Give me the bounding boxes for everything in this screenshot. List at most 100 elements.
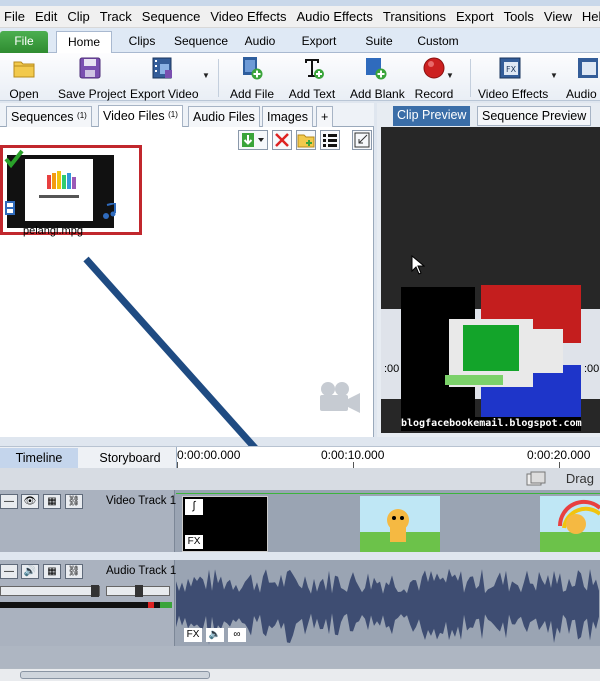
pan-slider-handle[interactable] [135, 585, 143, 597]
tab-file[interactable]: File [0, 31, 48, 53]
track-progress-line [176, 493, 600, 494]
pan-slider[interactable] [106, 585, 170, 597]
record-icon [422, 56, 446, 80]
horizontal-scrollbar[interactable] [0, 668, 600, 681]
menu-tools[interactable]: Tools [502, 9, 542, 24]
export-film-icon [150, 56, 174, 80]
tab-clips[interactable]: Clips [122, 31, 162, 53]
clip-cartoon-thumbnail[interactable] [360, 496, 440, 552]
video-fx-icon: FX [498, 56, 522, 80]
track-group-icon[interactable]: ▦ [43, 564, 61, 579]
add-text-label: Add Text [288, 87, 336, 101]
add-file-button[interactable]: Add File [230, 56, 274, 101]
collapse-track-icon[interactable]: — [0, 564, 18, 579]
add-text-button[interactable]: Add Text [288, 56, 336, 101]
menu-view[interactable]: View [542, 9, 580, 24]
logo-overlay-image [401, 285, 581, 425]
tab-export[interactable]: Export [296, 31, 342, 53]
video-effects-button[interactable]: FX Video Effects [478, 56, 548, 101]
lock-track-icon[interactable]: ⛓ [65, 494, 83, 509]
record-dropdown-arrow-icon[interactable]: ▼ [446, 71, 454, 80]
add-blank-button[interactable]: Add Blank [350, 56, 405, 101]
tab-sequences-count: (1) [77, 111, 87, 120]
video-track-header: — 👁 ▦ ⛓ Video Track 1 [0, 490, 177, 552]
menu-clip[interactable]: Clip [65, 9, 97, 24]
tab-audio[interactable]: Audio [240, 31, 280, 53]
clip-fx-button[interactable]: FX [185, 535, 203, 549]
volume-slider[interactable] [0, 585, 100, 597]
tab-custom[interactable]: Custom [414, 31, 462, 53]
tab-clip-preview[interactable]: Clip Preview [393, 106, 471, 126]
timeline-empty-area [0, 646, 600, 668]
drag-bar: Drag [0, 468, 600, 490]
export-dropdown-arrow-icon[interactable]: ▼ [202, 71, 210, 80]
tab-timeline[interactable]: Timeline [0, 448, 78, 469]
save-project-button[interactable]: Save Project [58, 56, 126, 101]
audio-effects-button[interactable]: Audio Effects [566, 56, 600, 100]
expand-panel-icon[interactable] [352, 130, 372, 150]
clip-thumbnail[interactable] [4, 149, 116, 228]
tab-images[interactable]: Images [262, 106, 313, 127]
menu-bar: File Edit Clip Track Sequence Video Effe… [0, 6, 600, 28]
menu-track[interactable]: Track [98, 9, 140, 24]
tab-add[interactable]: + [316, 106, 334, 127]
lock-track-icon[interactable]: ⛓ [65, 564, 83, 579]
image-stack-icon [526, 471, 546, 490]
clip-thumbnail-image [25, 159, 93, 221]
video-effects-dropdown-arrow-icon[interactable]: ▼ [550, 71, 558, 80]
add-blank-label: Add Blank [350, 87, 405, 101]
eye-visibility-icon[interactable]: 👁 [21, 494, 39, 509]
delete-icon[interactable] [272, 130, 292, 150]
tab-suite[interactable]: Suite [360, 31, 398, 53]
preview-screen[interactable]: :00 :00 blogfacebookemail.blogspot.com [381, 127, 600, 433]
collapse-track-icon[interactable]: — [0, 494, 18, 509]
tab-sequences[interactable]: Sequences (1) [6, 106, 92, 127]
preview-time-left: :00 [384, 363, 400, 375]
time-ruler[interactable]: 0:00:00.000 0:00:10.000 0:00:20.000 [176, 447, 600, 469]
export-video-button[interactable]: Export Video [130, 56, 199, 101]
menu-sequence[interactable]: Sequence [140, 9, 209, 24]
ruler-time-20: 0:00:20.000 [527, 448, 591, 462]
clip-filename: pelangi.mpg [23, 225, 83, 237]
menu-transitions[interactable]: Transitions [381, 9, 454, 24]
audio-fx-button[interactable]: FX [184, 628, 202, 642]
selected-clip-highlight[interactable]: pelangi.mpg [0, 145, 142, 237]
audio-link-icon[interactable]: ∞ [228, 628, 246, 642]
volume-slider-handle[interactable] [91, 585, 99, 597]
tab-video-files[interactable]: Video Files (1) [98, 105, 183, 127]
video-track: — 👁 ▦ ⛓ Video Track 1 ∫ FX [0, 490, 600, 552]
tab-storyboard[interactable]: Storyboard [86, 448, 174, 469]
tab-audio-files[interactable]: Audio Files [188, 106, 260, 127]
media-panel: Sequences (1) Video Files (1) Audio File… [0, 103, 374, 493]
import-dropdown-button[interactable] [238, 130, 268, 150]
mouse-cursor-icon [411, 254, 426, 278]
menu-video-effects[interactable]: Video Effects [208, 9, 294, 24]
clip-black-segment[interactable]: ∫ FX [182, 496, 268, 552]
menu-edit[interactable]: Edit [33, 9, 65, 24]
level-meter [0, 602, 172, 608]
menu-file[interactable]: File [2, 9, 33, 24]
drag-hint-label: Drag [565, 471, 594, 486]
list-view-icon[interactable] [320, 130, 340, 150]
audio-volume-icon[interactable]: 🔈 [206, 628, 224, 642]
add-file-icon [239, 56, 263, 80]
tab-sequence[interactable]: Sequence [170, 31, 232, 53]
menu-export[interactable]: Export [454, 9, 502, 24]
watermark-text: blogfacebookemail.blogspot.com [401, 417, 582, 431]
menu-help[interactable]: Help [580, 9, 600, 24]
clip-cartoon-thumbnail-2[interactable] [540, 496, 600, 552]
track-group-icon[interactable]: ▦ [43, 494, 61, 509]
video-track-name: Video Track 1 [106, 495, 177, 507]
folder-open-icon [12, 56, 36, 80]
menu-audio-effects[interactable]: Audio Effects [295, 9, 381, 24]
speaker-icon[interactable]: 🔊 [21, 564, 39, 579]
audio-effects-label: Audio Effects [566, 87, 600, 100]
record-label: Record [414, 87, 454, 101]
tab-sequence-preview[interactable]: Sequence Preview [477, 106, 592, 126]
checkmark-icon [4, 149, 24, 172]
scrollbar-thumb[interactable] [20, 671, 210, 679]
new-folder-icon[interactable] [296, 130, 316, 150]
fade-curve-icon[interactable]: ∫ [185, 499, 203, 515]
tab-home[interactable]: Home [56, 31, 112, 54]
open-button[interactable]: Open [4, 56, 44, 101]
